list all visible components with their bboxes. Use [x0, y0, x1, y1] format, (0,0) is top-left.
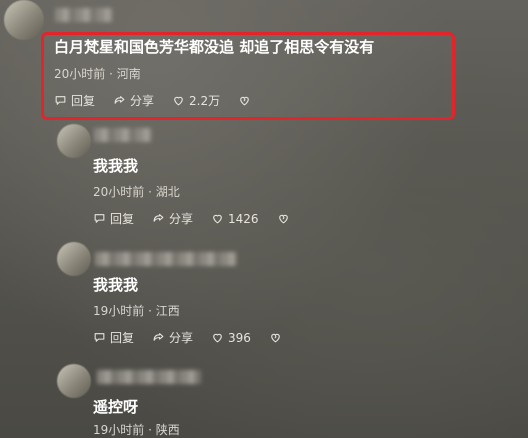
- share-icon: [113, 94, 126, 107]
- share-button[interactable]: 分享: [113, 92, 154, 109]
- like-count: 396: [228, 330, 251, 345]
- dislike-icon: [269, 331, 282, 344]
- username-blurred: [55, 8, 113, 22]
- share-button[interactable]: 分享: [152, 329, 193, 346]
- dislike-icon: [238, 94, 251, 107]
- like-icon: [211, 212, 224, 225]
- avatar[interactable]: [57, 242, 91, 276]
- dislike-button[interactable]: [277, 212, 290, 225]
- comment-text: 遥控呀: [93, 398, 139, 416]
- comment-meta: 19小时前 · 江西: [93, 304, 180, 318]
- comment-text: 我我我: [93, 157, 139, 175]
- share-label: 分享: [169, 331, 194, 345]
- reply-icon: [54, 94, 67, 107]
- comment-actions: 回复 分享 1426: [93, 210, 290, 227]
- username-blurred: [94, 128, 152, 142]
- share-label: 分享: [169, 212, 194, 226]
- avatar[interactable]: [57, 364, 91, 398]
- comment-actions: 回复 分享 2.2万: [54, 92, 251, 109]
- comment-text: 我我我: [93, 276, 139, 294]
- username-blurred: [95, 252, 237, 266]
- avatar[interactable]: [4, 0, 44, 40]
- like-icon: [211, 331, 224, 344]
- like-button[interactable]: 2.2万: [172, 92, 220, 109]
- dislike-button[interactable]: [238, 94, 251, 107]
- avatar[interactable]: [57, 124, 91, 158]
- like-button[interactable]: 1426: [211, 212, 259, 226]
- reply-label: 回复: [71, 94, 96, 108]
- reply-button[interactable]: 回复: [93, 210, 134, 227]
- reply-button[interactable]: 回复: [93, 329, 134, 346]
- reply-button[interactable]: 回复: [54, 92, 95, 109]
- like-button[interactable]: 396: [211, 331, 251, 345]
- like-count: 2.2万: [189, 94, 221, 108]
- share-button[interactable]: 分享: [152, 210, 193, 227]
- comment-meta: 20小时前 · 湖北: [93, 185, 180, 199]
- dislike-icon: [277, 212, 290, 225]
- reply-icon: [93, 331, 106, 344]
- reply-icon: [93, 212, 106, 225]
- comment-meta: 19小时前 · 陕西: [93, 423, 180, 437]
- reply-label: 回复: [110, 331, 135, 345]
- like-count: 1426: [228, 211, 259, 226]
- dislike-button[interactable]: [269, 331, 282, 344]
- comment-actions: 回复 分享 396: [93, 329, 282, 346]
- comment-text: 白月梵星和国色芳华都没追 却追了相思令有没有: [54, 38, 375, 56]
- comment-meta: 20小时前 · 河南: [54, 67, 141, 81]
- share-label: 分享: [130, 94, 155, 108]
- share-icon: [152, 212, 165, 225]
- share-icon: [152, 331, 165, 344]
- like-icon: [172, 94, 185, 107]
- username-blurred: [97, 370, 201, 384]
- reply-label: 回复: [110, 212, 135, 226]
